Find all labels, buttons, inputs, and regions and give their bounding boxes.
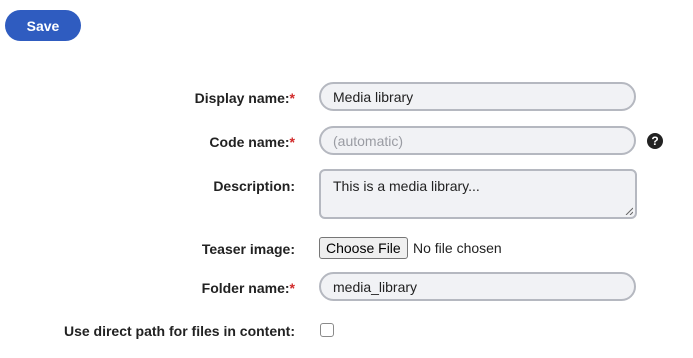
help-icon[interactable]: ? (647, 133, 663, 149)
required-marker: * (289, 134, 295, 150)
code-name-placeholder: (automatic) (333, 132, 404, 149)
file-status-text: No file chosen (413, 240, 502, 256)
display-name-label: Display name:* (194, 90, 295, 106)
code-name-label: Code name:* (209, 134, 295, 150)
folder-name-input[interactable]: media_library (319, 272, 636, 301)
direct-path-label: Use direct path for files in content: (63, 323, 295, 339)
save-button[interactable]: Save (5, 10, 81, 41)
folder-name-label: Folder name:* (201, 280, 295, 296)
code-name-input[interactable]: (automatic) (319, 126, 636, 155)
description-label: Description: (213, 178, 295, 194)
folder-name-value: media_library (333, 278, 418, 295)
required-marker: * (289, 90, 295, 106)
required-marker: * (289, 280, 295, 296)
description-textarea[interactable]: This is a media library... (319, 169, 637, 219)
choose-file-button[interactable]: Choose File (319, 237, 408, 259)
description-value: This is a media library... (333, 178, 480, 194)
teaser-image-label: Teaser image: (201, 241, 295, 257)
direct-path-checkbox[interactable] (320, 323, 334, 337)
display-name-input[interactable]: Media library (319, 82, 636, 111)
display-name-value: Media library (333, 88, 414, 105)
resize-grip-icon[interactable] (625, 207, 633, 215)
